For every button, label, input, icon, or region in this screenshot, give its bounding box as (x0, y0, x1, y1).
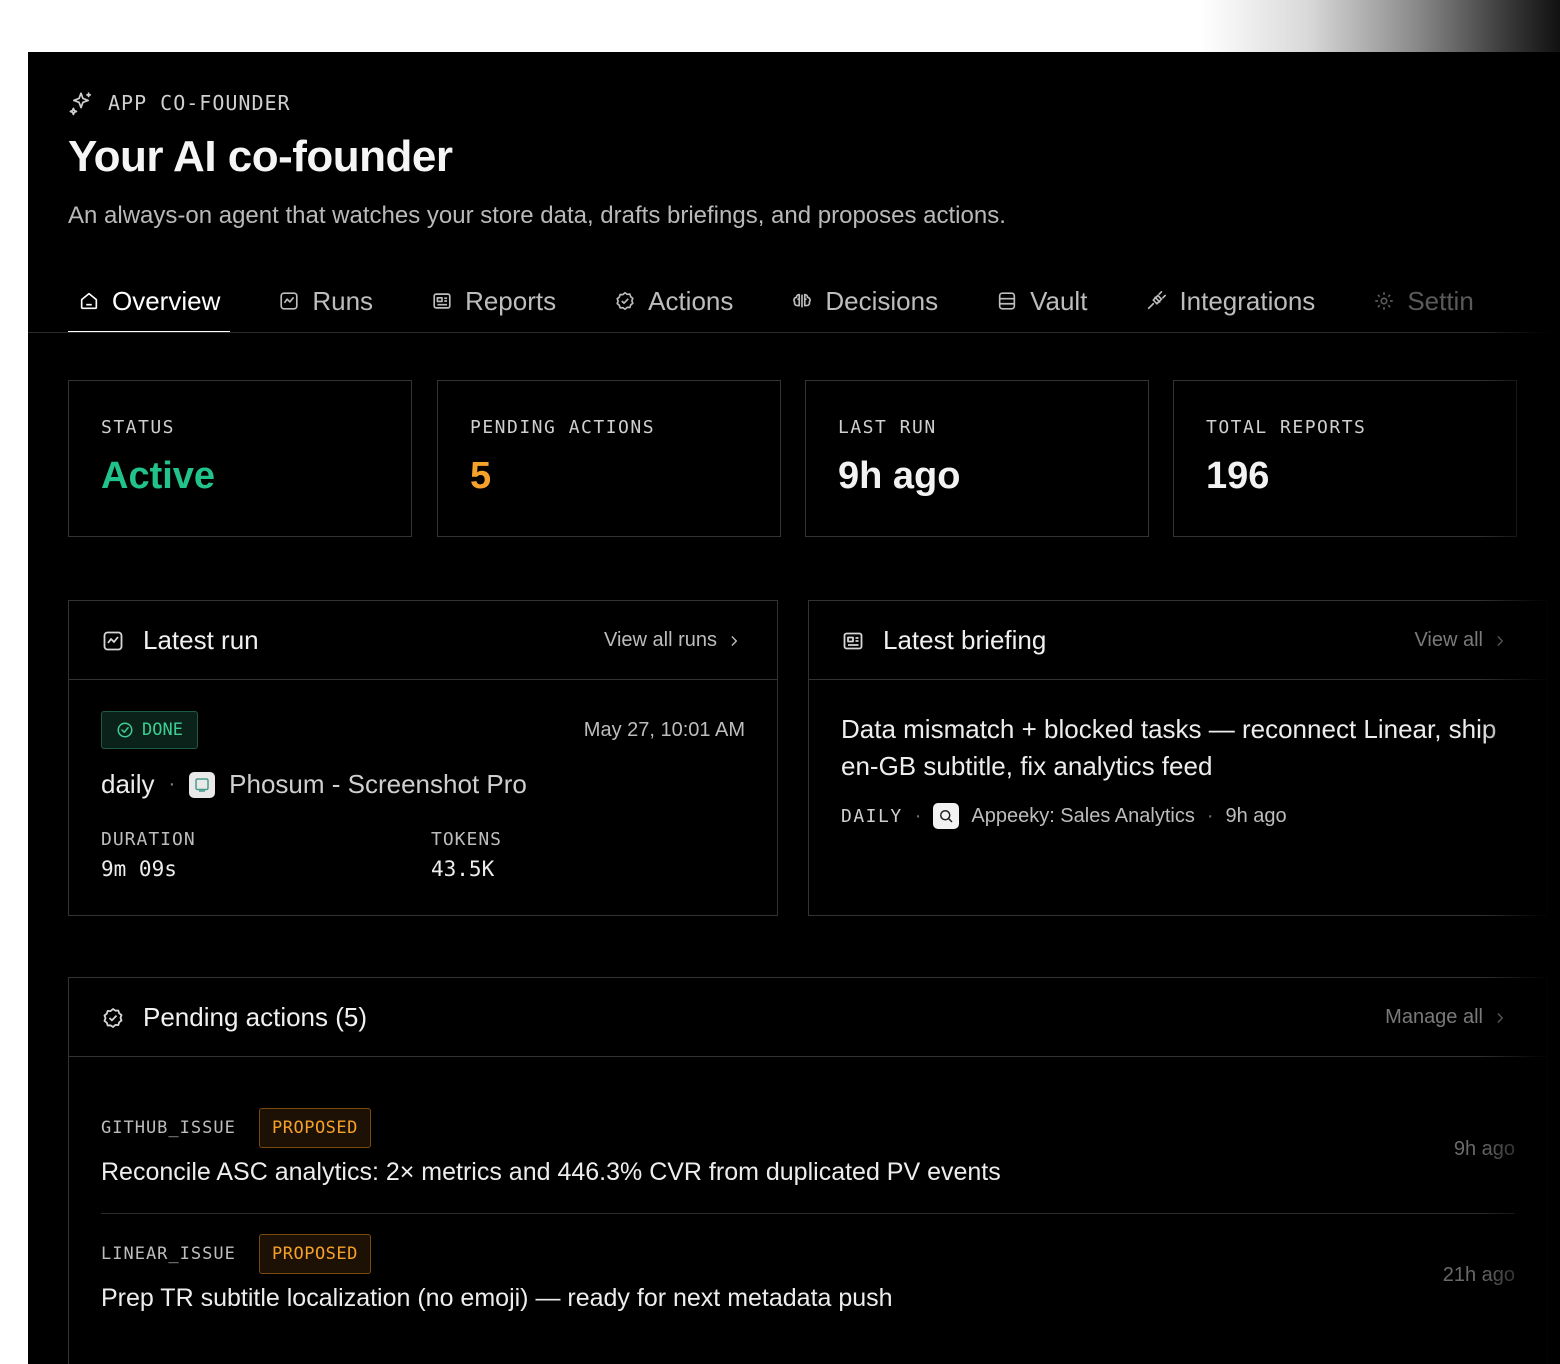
pending-actions-card: Pending actions (5) Manage all GITHUB_IS… (68, 977, 1548, 1364)
tokens-label: TOKENS (431, 829, 503, 850)
tab-divider (28, 332, 1560, 333)
stat-label: PENDING ACTIONS (470, 417, 656, 438)
action-time: 9h ago (1453, 1138, 1515, 1160)
page-title: Your AI co-founder (68, 132, 453, 181)
link-label: View all runs (603, 629, 717, 651)
row-divider (101, 1213, 1515, 1214)
chevron-right-icon (1497, 1012, 1504, 1023)
chevron-right-icon (731, 635, 738, 646)
brain-icon (793, 293, 812, 308)
separator: · (1206, 804, 1214, 827)
activity-icon (103, 631, 123, 651)
card-header: Pending actions (5) Manage all (69, 978, 1547, 1057)
run-summary: daily · Phosum - Screenshot Pro (101, 769, 527, 800)
plug-icon (1148, 291, 1167, 310)
action-type: GITHUB_ISSUE (101, 1118, 236, 1138)
tab-actions[interactable]: Actions (604, 270, 743, 332)
badge-check-icon (616, 291, 634, 311)
app-co-founder-page: APP CO-FOUNDER Your AI co-founder An alw… (28, 52, 1560, 1364)
stat-value: 5 (470, 455, 492, 497)
list-item[interactable]: LINEAR_ISSUE PROPOSED Prep TR subtitle l… (101, 1234, 1515, 1334)
briefing-headline[interactable]: Data mismatch + blocked tasks — reconnec… (841, 711, 1501, 785)
eyebrow-label: APP CO-FOUNDER (108, 91, 291, 115)
tab-vault[interactable]: Vault (986, 270, 1097, 332)
run-kind: daily (101, 769, 155, 799)
gear-icon (1375, 292, 1394, 310)
card-title: Latest briefing (883, 625, 1047, 655)
briefing-meta: DAILY · Appeeky: Sales Analytics · 9h ag… (841, 803, 1287, 829)
tab-reports[interactable]: Reports (421, 270, 566, 332)
database-icon (998, 292, 1016, 310)
sparkles-icon (69, 92, 92, 116)
stat-status: STATUS Active (68, 380, 412, 537)
view-all-runs-link[interactable]: View all runs (604, 629, 741, 652)
separator: · (914, 804, 922, 827)
tab-label: Reports (465, 285, 557, 316)
latest-run-card: Latest run View all runs DONE May 27, 10… (68, 600, 778, 916)
separator: · (168, 773, 176, 795)
tab-bar: Overview Runs Reports Actions Decisions … (68, 270, 1522, 333)
check-circle-icon (117, 722, 133, 738)
card-title: Pending actions (5) (143, 1002, 368, 1032)
tab-runs[interactable]: Runs (268, 270, 383, 332)
duration-value: 9m 09s (101, 857, 177, 881)
action-title: Reconcile ASC analytics: 2× metrics and … (101, 1158, 1001, 1186)
card-header: Latest run View all runs (69, 601, 777, 680)
newspaper-icon (843, 632, 863, 650)
action-type: LINEAR_ISSUE (101, 1244, 236, 1264)
briefing-time: 9h ago (1225, 804, 1287, 827)
duration-label: DURATION (101, 829, 196, 850)
tab-label: Actions (648, 285, 734, 316)
badge-check-icon (103, 1008, 123, 1028)
stat-value: Active (101, 455, 216, 497)
run-date: May 27, 10:01 AM (583, 719, 745, 741)
stat-label: STATUS (101, 417, 176, 438)
tab-decisions[interactable]: Decisions (781, 270, 948, 332)
status-badge: DONE (101, 711, 198, 749)
stat-last-run: LAST RUN 9h ago (805, 380, 1149, 537)
list-item[interactable]: GITHUB_ISSUE PROPOSED Reconcile ASC anal… (101, 1108, 1515, 1208)
tab-label: Vault (1030, 285, 1088, 316)
tab-overview[interactable]: Overview (68, 270, 231, 333)
stat-value: 9h ago (838, 455, 961, 497)
link-label: View all (1414, 629, 1483, 651)
tab-label: Overview (112, 285, 221, 316)
latest-briefing-card: Latest briefing View all Data mismatch +… (808, 600, 1548, 916)
stat-total-reports: TOTAL REPORTS 196 (1173, 380, 1517, 537)
app-icon (933, 803, 960, 829)
manage-all-link[interactable]: Manage all (1385, 1006, 1507, 1029)
view-all-briefings-link[interactable]: View all (1414, 629, 1507, 652)
activity-icon (280, 292, 298, 310)
status-badge: PROPOSED (259, 1108, 371, 1148)
app-icon (189, 771, 216, 798)
tab-label: Decisions (825, 285, 939, 316)
app-name[interactable]: Phosum - Screenshot Pro (229, 769, 527, 800)
tab-label: Settin (1407, 285, 1474, 316)
tab-settings[interactable]: Settin (1363, 270, 1484, 332)
window-edge-gradient (1200, 0, 1560, 52)
eyebrow: APP CO-FOUNDER (68, 90, 291, 116)
tab-label: Runs (312, 285, 374, 316)
stat-pending-actions[interactable]: PENDING ACTIONS 5 (437, 380, 781, 537)
card-header: Latest briefing View all (809, 601, 1547, 680)
stat-label: TOTAL REPORTS (1206, 417, 1367, 438)
stat-value: 196 (1206, 455, 1270, 497)
tab-label: Integrations (1179, 285, 1316, 316)
action-title: Prep TR subtitle localization (no emoji)… (101, 1284, 893, 1312)
status-label: DONE (142, 720, 183, 740)
newspaper-icon (433, 293, 451, 309)
briefing-tag: DAILY (841, 805, 903, 827)
tab-integrations[interactable]: Integrations (1135, 270, 1325, 332)
page-subtitle: An always-on agent that watches your sto… (68, 202, 1006, 229)
chevron-right-icon (1497, 635, 1504, 646)
status-badge: PROPOSED (259, 1234, 371, 1274)
home-icon (80, 292, 98, 310)
app-name[interactable]: Appeeky: Sales Analytics (971, 805, 1194, 828)
tokens-value: 43.5K (431, 857, 495, 881)
link-label: Manage all (1385, 1006, 1483, 1028)
action-time: 21h ago (1442, 1264, 1515, 1286)
card-title: Latest run (143, 625, 259, 655)
stat-label: LAST RUN (838, 417, 937, 438)
